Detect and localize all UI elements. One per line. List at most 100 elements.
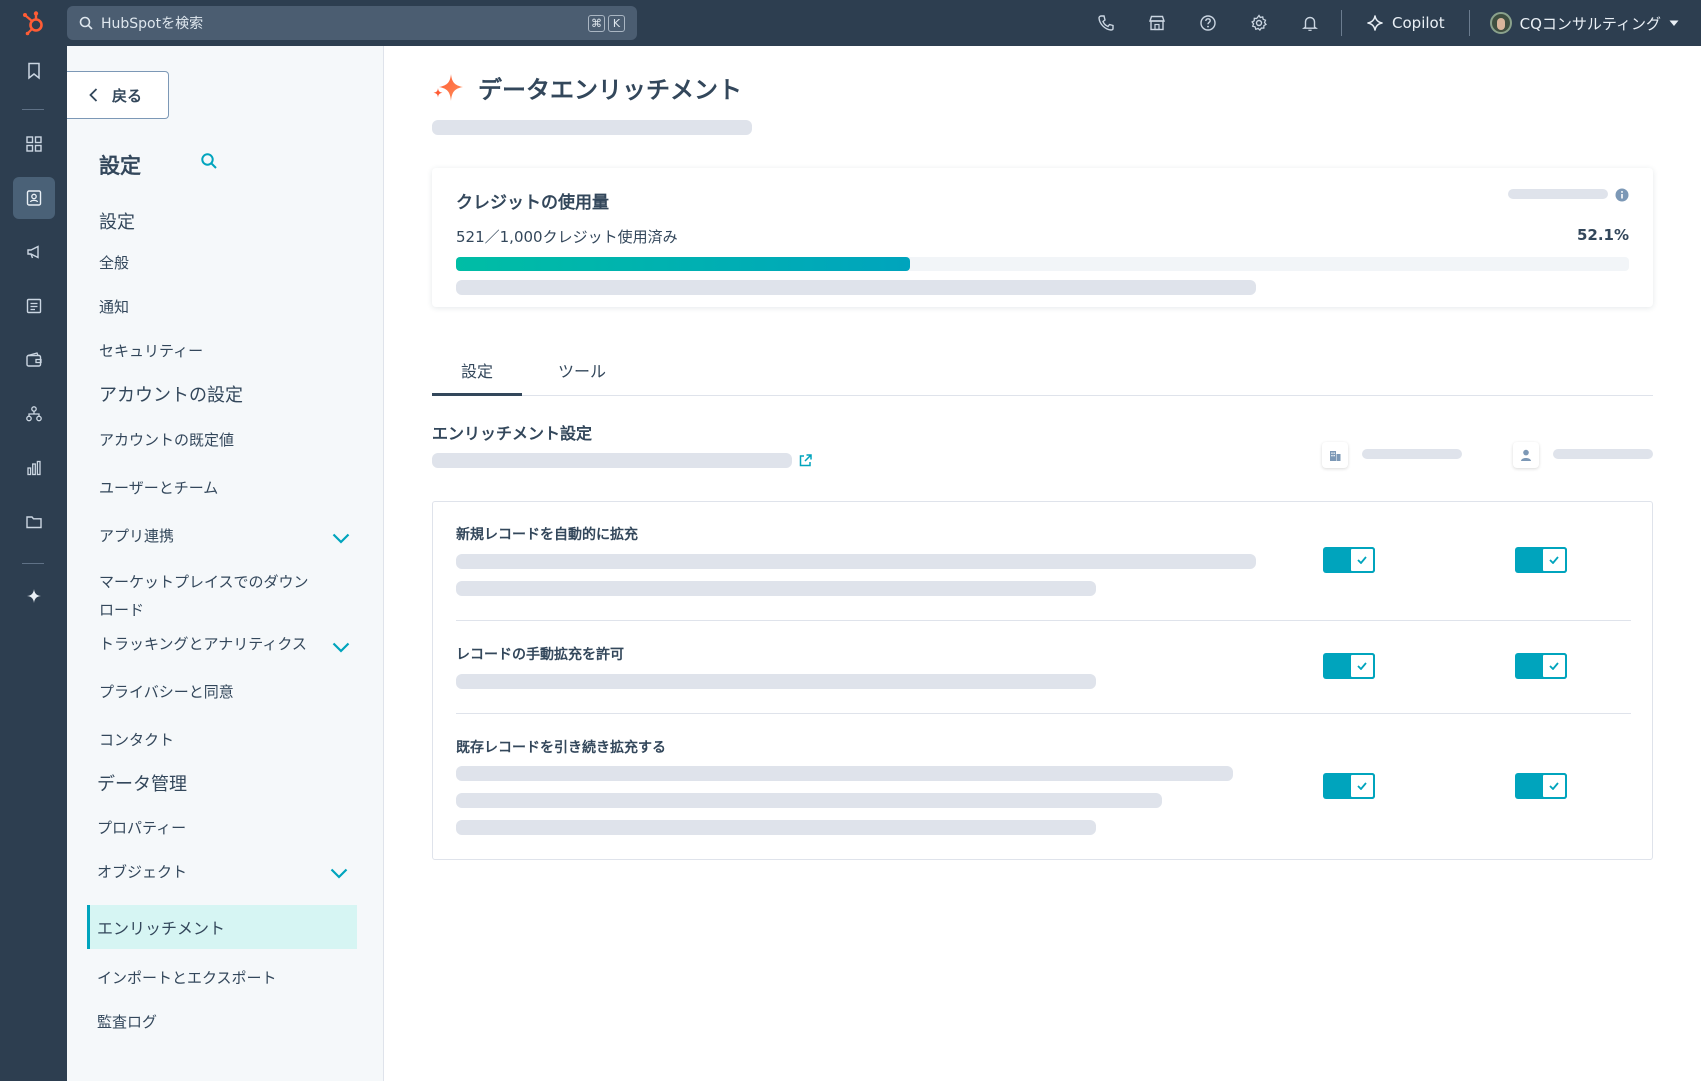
settings-search-button[interactable] bbox=[200, 152, 218, 174]
marketplace-button[interactable] bbox=[1131, 0, 1182, 46]
marketing-nav[interactable] bbox=[13, 231, 55, 273]
reports-icon bbox=[27, 460, 41, 476]
toggle-auto-enrich-contact[interactable] bbox=[1515, 547, 1567, 573]
sidebar-item-contacts[interactable]: コンタクト bbox=[99, 726, 319, 754]
contact-column-icon bbox=[1513, 442, 1539, 468]
credits-progress-fill bbox=[456, 257, 910, 271]
global-search-input[interactable]: HubSpotを検索 ⌘ K bbox=[67, 6, 637, 40]
sidebar-item-general[interactable]: 全般 bbox=[99, 249, 319, 277]
check-icon bbox=[1549, 782, 1559, 790]
credits-card-title: クレジットの使用量 bbox=[456, 193, 609, 213]
setting-description-placeholder bbox=[456, 793, 1162, 808]
check-icon bbox=[1549, 662, 1559, 670]
sidebar-item-enrichment[interactable]: エンリッチメント bbox=[87, 905, 357, 949]
settings-button[interactable] bbox=[1233, 0, 1284, 46]
sidebar-item-notifications[interactable]: 通知 bbox=[99, 293, 319, 321]
sidebar-item-users-teams[interactable]: ユーザーとチーム bbox=[99, 474, 319, 502]
bookmarks-nav[interactable] bbox=[13, 50, 55, 92]
external-link-icon[interactable] bbox=[798, 453, 813, 468]
reset-date-placeholder bbox=[1508, 189, 1608, 199]
top-navigation-bar: HubSpotを検索 ⌘ K Copilot CQコンサルティング bbox=[0, 0, 1701, 46]
toggle-continuous-enrich-company[interactable] bbox=[1323, 773, 1375, 799]
search-icon bbox=[79, 16, 93, 30]
help-button[interactable] bbox=[1182, 0, 1233, 46]
sidebar-item-objects[interactable]: オブジェクト bbox=[97, 858, 317, 886]
crm-nav[interactable] bbox=[13, 177, 55, 219]
row-divider bbox=[456, 713, 1631, 714]
phone-icon bbox=[1097, 15, 1114, 31]
chevron-down-icon[interactable] bbox=[332, 642, 350, 653]
tab-tools[interactable]: ツール bbox=[537, 354, 627, 396]
library-nav[interactable] bbox=[13, 501, 55, 543]
setting-label-continuous-enrich: 既存レコードを引き続き拡充する bbox=[456, 740, 666, 756]
enrichment-settings-panel: 新規レコードを自動的に拡充 レコードの手動拡充を許可 既存レコードを引き続き拡充… bbox=[432, 501, 1653, 860]
sidebar-item-audit-log[interactable]: 監査ログ bbox=[97, 1008, 317, 1036]
help-icon bbox=[1199, 15, 1216, 31]
calling-button[interactable] bbox=[1080, 0, 1131, 46]
search-placeholder: HubSpotを検索 bbox=[101, 16, 204, 32]
building-icon bbox=[1330, 451, 1341, 461]
document-icon bbox=[26, 298, 42, 314]
content-nav[interactable] bbox=[13, 285, 55, 327]
sparkle-icon bbox=[27, 589, 41, 603]
chevron-down-icon[interactable] bbox=[332, 533, 350, 544]
sidebar-item-properties[interactable]: プロパティー bbox=[97, 814, 317, 842]
credits-usage-card: クレジットの使用量 521／1,000クレジット使用済み 52.1% bbox=[432, 168, 1653, 307]
sidebar-item-account-defaults[interactable]: アカウントの既定値 bbox=[99, 426, 319, 454]
main-content: データエンリッチメント クレジットの使用量 521／1,000クレジット使用済み… bbox=[385, 46, 1701, 1081]
toggle-auto-enrich-company[interactable] bbox=[1323, 547, 1375, 573]
workspaces-nav[interactable] bbox=[13, 123, 55, 165]
notifications-button[interactable] bbox=[1284, 0, 1335, 46]
toggle-knob bbox=[1541, 653, 1567, 679]
sidebar-item-import-export[interactable]: インポートとエクスポート bbox=[97, 964, 317, 992]
check-icon bbox=[1357, 556, 1367, 564]
toggle-manual-enrich-contact[interactable] bbox=[1515, 653, 1567, 679]
info-button[interactable] bbox=[1615, 187, 1629, 206]
hubspot-sprocket-icon bbox=[22, 11, 43, 36]
automation-nav[interactable] bbox=[13, 393, 55, 435]
wallet-icon bbox=[26, 352, 42, 367]
grid-icon bbox=[26, 136, 42, 152]
toggle-knob bbox=[1349, 653, 1375, 679]
folder-icon bbox=[26, 516, 42, 529]
megaphone-icon bbox=[27, 245, 39, 259]
toggle-manual-enrich-company[interactable] bbox=[1323, 653, 1375, 679]
sidebar-item-privacy-consent[interactable]: プライバシーと同意 bbox=[99, 678, 319, 706]
credits-progress-bar bbox=[456, 257, 1629, 271]
settings-tabs: 設定 ツール bbox=[432, 354, 1653, 396]
credits-usage-text: 521／1,000クレジット使用済み bbox=[456, 228, 678, 246]
account-menu[interactable]: CQコンサルティング bbox=[1476, 12, 1701, 34]
rail-divider bbox=[22, 109, 44, 110]
setting-description-placeholder bbox=[456, 581, 1096, 596]
toggle-knob bbox=[1349, 773, 1375, 799]
hubspot-logo[interactable] bbox=[0, 0, 67, 46]
chevron-down-icon[interactable] bbox=[330, 868, 348, 879]
section-description-placeholder bbox=[432, 453, 792, 468]
sidebar-item-integrations[interactable]: アプリ連携 bbox=[99, 522, 319, 550]
section-heading-data-management: データ管理 bbox=[97, 774, 187, 795]
settings-sidebar: 戻る 設定 設定 全般 通知 セキュリティー アカウントの設定 アカウントの既定… bbox=[67, 46, 384, 1081]
sidebar-item-tracking-analytics[interactable]: トラッキングとアナリティクス bbox=[99, 630, 339, 658]
sparkle-icon bbox=[1367, 15, 1383, 31]
sidebar-item-marketplace-downloads[interactable]: マーケットプレイスでのダウンロード bbox=[99, 568, 314, 624]
back-button[interactable]: 戻る bbox=[67, 71, 169, 119]
setting-description-placeholder bbox=[456, 554, 1256, 569]
section-heading-settings: 設定 bbox=[99, 212, 135, 233]
back-label: 戻る bbox=[112, 86, 143, 105]
sidebar-item-security[interactable]: セキュリティー bbox=[99, 337, 319, 365]
commerce-nav[interactable] bbox=[13, 339, 55, 381]
bookmark-icon bbox=[28, 62, 40, 80]
reporting-nav[interactable] bbox=[13, 447, 55, 489]
divider bbox=[1341, 10, 1343, 36]
breeze-nav[interactable] bbox=[13, 575, 55, 617]
tab-settings[interactable]: 設定 bbox=[432, 354, 522, 396]
divider bbox=[1468, 10, 1470, 36]
sidebar-title: 設定 bbox=[99, 154, 141, 178]
company-column-label-placeholder bbox=[1362, 449, 1462, 459]
toggle-continuous-enrich-contact[interactable] bbox=[1515, 773, 1567, 799]
toggle-knob bbox=[1541, 773, 1567, 799]
copilot-button[interactable]: Copilot bbox=[1348, 14, 1463, 32]
bell-icon bbox=[1301, 16, 1318, 32]
company-column-icon bbox=[1322, 442, 1348, 468]
copilot-label: Copilot bbox=[1392, 14, 1445, 32]
